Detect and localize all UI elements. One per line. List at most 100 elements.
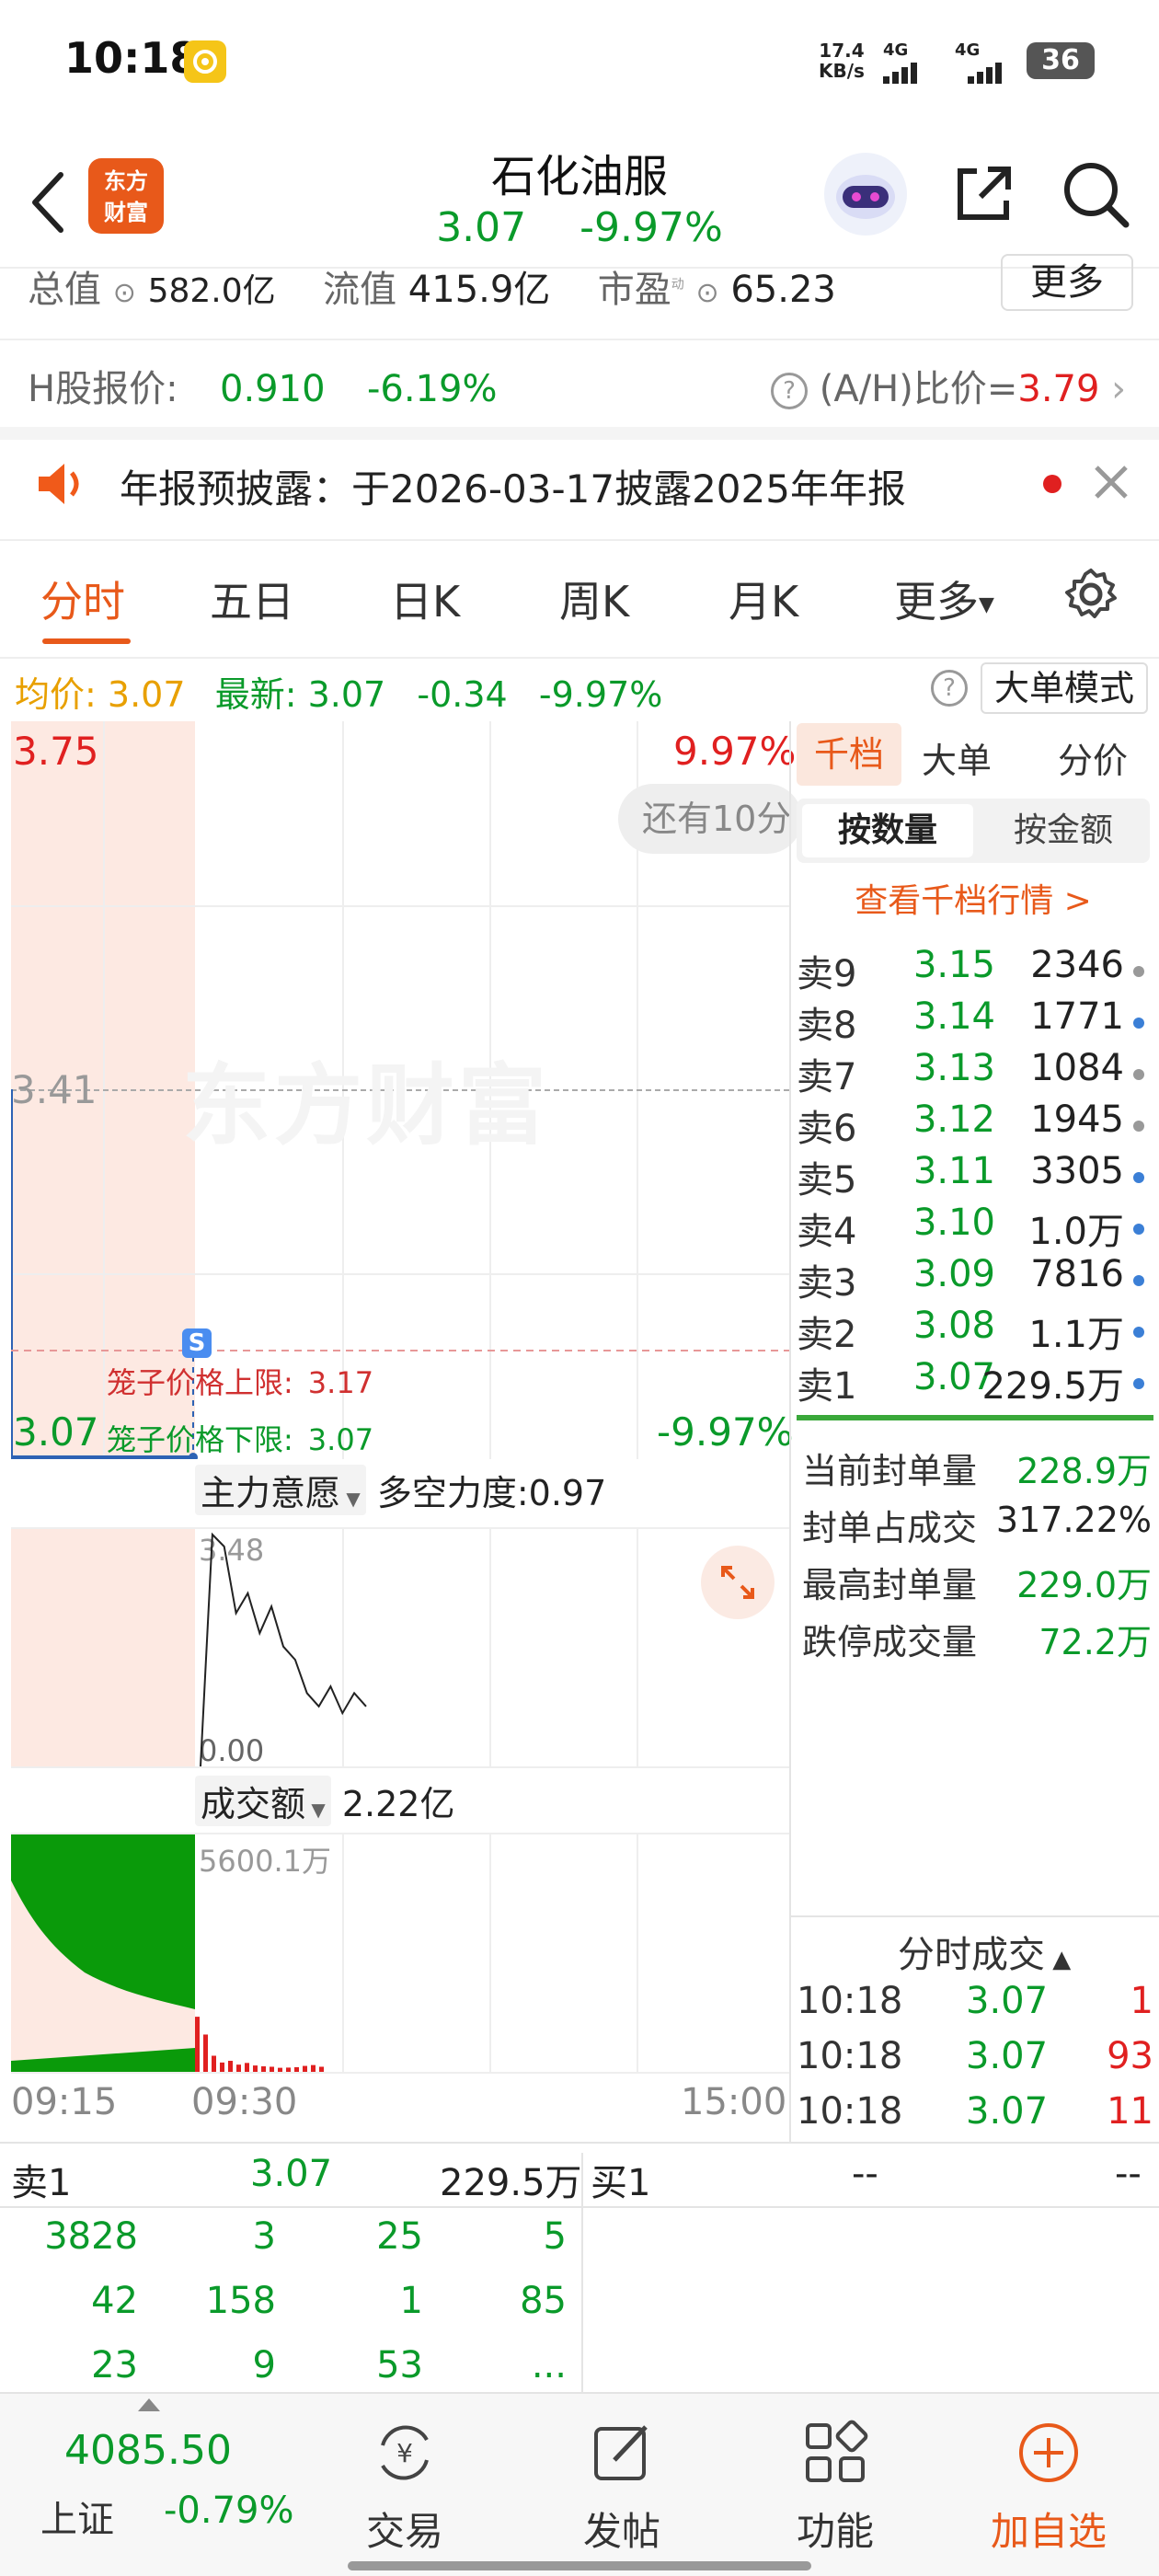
price-line-svg bbox=[11, 1089, 789, 1459]
level-dot-icon bbox=[1133, 1172, 1144, 1183]
time-start-label: 09:15 bbox=[11, 2081, 118, 2123]
assistant-avatar-button[interactable] bbox=[824, 153, 907, 236]
queue-order-volume: 53 bbox=[376, 2344, 423, 2386]
cage-lower-text: 笼子价格下限: bbox=[107, 1422, 293, 1457]
help-icon: ? bbox=[771, 373, 808, 409]
nav-functions[interactable]: 功能 bbox=[743, 2412, 927, 2569]
tab-intraday[interactable]: 分时 bbox=[40, 569, 125, 629]
buy1-label: 买1 bbox=[591, 2162, 651, 2204]
close-notice-button[interactable] bbox=[1091, 462, 1131, 502]
buy1-price: -- bbox=[852, 2153, 878, 2195]
grid-icon bbox=[806, 2420, 868, 2482]
trade-price: 3.07 bbox=[966, 1980, 1049, 2022]
sell1-volume: 229.5万 bbox=[440, 2162, 582, 2204]
turnover-bar bbox=[253, 2065, 258, 2072]
seal-stat-label: 跌停成交量 bbox=[802, 1622, 978, 1662]
signal-2: 4G bbox=[955, 40, 1012, 87]
sub1-value: 0.97 bbox=[528, 1473, 607, 1513]
queue-order-volume: 1 bbox=[399, 2280, 423, 2322]
ask-level-row[interactable]: 卖7 3.13 1084 bbox=[797, 1047, 1153, 1098]
ah-ratio[interactable]: ? (A/H)比价=3.79 › bbox=[771, 359, 1126, 412]
intraday-chart[interactable]: 东方财富 3.75 9.97% 3.41 3.07 -9.97% 还有10分 S… bbox=[11, 721, 802, 2142]
auction-matched-area bbox=[11, 2048, 195, 2072]
more-button[interactable]: 更多 bbox=[1001, 254, 1133, 311]
ask-level-row[interactable]: 卖9 3.15 2346 bbox=[797, 944, 1153, 995]
tab-daily-k[interactable]: 日K bbox=[390, 569, 460, 629]
index-value[interactable]: 4085.50 bbox=[64, 2427, 232, 2474]
ask-level-row[interactable]: 卖1 3.07 229.5万 bbox=[797, 1356, 1153, 1408]
expand-up-icon[interactable] bbox=[138, 2398, 160, 2411]
nav-add-watchlist[interactable]: 加自选 bbox=[957, 2412, 1141, 2569]
notice-text[interactable]: 年报预披露：于2026-03-17披露2025年年报 bbox=[120, 458, 906, 514]
turnover-bar bbox=[195, 2017, 200, 2072]
latest-label: 最新: bbox=[214, 674, 297, 715]
nav-post-label: 发帖 bbox=[582, 2509, 660, 2554]
ask-level-label: 卖6 bbox=[797, 1108, 857, 1150]
seal-stat-row: 最高封单量 229.0万 bbox=[802, 1557, 1152, 1612]
subtab-by-quantity[interactable]: 按数量 bbox=[802, 804, 973, 857]
sub2-selector-label: 成交额 bbox=[201, 1784, 306, 1824]
trade-time: 10:18 bbox=[797, 2035, 903, 2077]
turnover-bars bbox=[195, 2017, 324, 2072]
s-marker-badge[interactable]: S bbox=[182, 1328, 212, 1358]
signal-bars-icon bbox=[968, 63, 1002, 84]
header-price: 3.07 bbox=[436, 204, 527, 251]
clipped-ask-row bbox=[797, 914, 1146, 937]
auction-unmatched-area bbox=[11, 1834, 195, 2009]
nav-post[interactable]: 发帖 bbox=[530, 2412, 714, 2569]
index-change[interactable]: -0.79% bbox=[164, 2490, 294, 2532]
panel-divider bbox=[789, 721, 791, 2142]
h-share-row[interactable]: H股报价: 0.910 -6.19% bbox=[28, 359, 497, 412]
ask-level-row[interactable]: 卖4 3.10 1.0万 bbox=[797, 1202, 1153, 1253]
latest-change: -0.34 bbox=[417, 674, 508, 715]
help-icon[interactable]: ? bbox=[931, 670, 968, 707]
unread-dot bbox=[1043, 475, 1061, 493]
nav-functions-label: 功能 bbox=[796, 2509, 874, 2554]
signal-2-label: 4G bbox=[955, 40, 981, 60]
tab-more[interactable]: 更多▼ bbox=[894, 569, 994, 629]
ask-level-volume: 3305 bbox=[1030, 1150, 1124, 1192]
expand-chart-button[interactable] bbox=[701, 1546, 775, 1619]
nav-trade[interactable]: ¥ 交易 bbox=[313, 2412, 497, 2569]
ask-level-row[interactable]: 卖3 3.09 7816 bbox=[797, 1253, 1153, 1305]
sub1-selector[interactable]: 主力意愿 ▼ bbox=[195, 1465, 366, 1515]
chart-settings-button[interactable] bbox=[1061, 565, 1120, 624]
divider bbox=[581, 2153, 583, 2401]
sub2-selector[interactable]: 成交额 ▼ bbox=[195, 1776, 331, 1826]
trade-tick-row: 10:18 3.07 1 bbox=[797, 1980, 1153, 2033]
sell1-label: 卖1 bbox=[11, 2162, 72, 2204]
tab-big-orders[interactable]: 大单 bbox=[922, 732, 992, 783]
search-button[interactable] bbox=[1060, 158, 1133, 232]
plus-circle-icon bbox=[1019, 2423, 1078, 2482]
signal-bars-icon bbox=[883, 63, 917, 84]
pe-superscript: 动 bbox=[671, 277, 684, 293]
ask-level-row[interactable]: 卖8 3.14 1771 bbox=[797, 995, 1153, 1047]
tab-five-day[interactable]: 五日 bbox=[210, 569, 294, 629]
tab-price-distribution[interactable]: 分价 bbox=[1058, 732, 1128, 783]
turnover-bar bbox=[245, 2063, 249, 2072]
trades-title[interactable]: 分时成交 ▲ bbox=[898, 1925, 1071, 1978]
ask-level-row[interactable]: 卖5 3.11 3305 bbox=[797, 1150, 1153, 1202]
big-order-mode-button[interactable]: 大单模式 bbox=[981, 662, 1148, 714]
queue-order-volume: 3 bbox=[252, 2215, 276, 2258]
ask-level-row[interactable]: 卖6 3.12 1945 bbox=[797, 1098, 1153, 1150]
seal-stat-value: 228.9万 bbox=[1016, 1451, 1152, 1491]
share-button[interactable] bbox=[949, 158, 1019, 228]
sell1-price: 3.07 bbox=[250, 2153, 333, 2195]
turnover-bar bbox=[319, 2066, 324, 2072]
tab-monthly-k[interactable]: 月K bbox=[729, 569, 798, 629]
float-value: 415.9亿 bbox=[407, 269, 551, 311]
robot-icon bbox=[836, 175, 895, 219]
level-dot-icon bbox=[1133, 1275, 1144, 1286]
turnover-bar bbox=[203, 2034, 208, 2072]
index-name[interactable]: 上证 bbox=[40, 2490, 114, 2543]
subtab-by-amount[interactable]: 按金额 bbox=[981, 804, 1146, 857]
trade-price: 3.07 bbox=[966, 2035, 1049, 2077]
ask-level-label: 卖5 bbox=[797, 1159, 857, 1202]
queue-order-volume: 9 bbox=[252, 2344, 276, 2386]
level-dot-icon bbox=[1133, 1121, 1144, 1132]
tab-weekly-k[interactable]: 周K bbox=[559, 569, 629, 629]
ask-level-row[interactable]: 卖2 3.08 1.1万 bbox=[797, 1305, 1153, 1356]
tab-thousand-levels[interactable]: 千档 bbox=[797, 723, 901, 786]
chevron-right-icon: › bbox=[1111, 368, 1127, 410]
